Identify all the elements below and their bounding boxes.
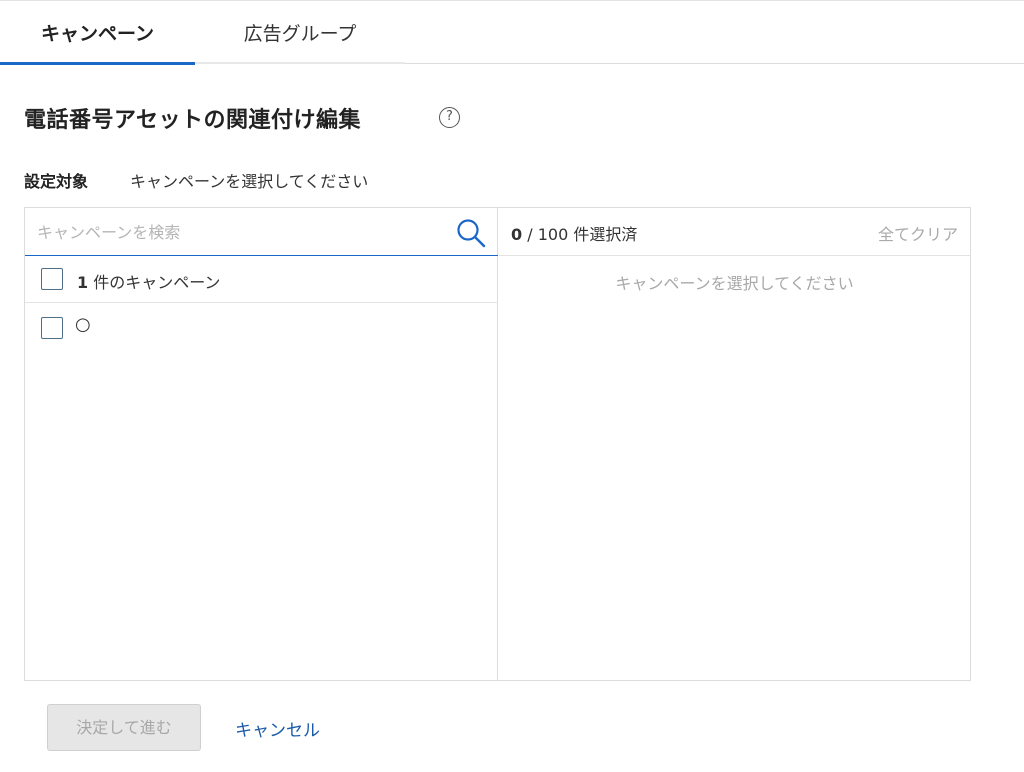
clear-all-link[interactable]: 全てクリア <box>878 221 958 245</box>
target-label: 設定対象 <box>24 172 89 191</box>
selected-count: 0 <box>511 225 523 244</box>
empty-message: キャンペーンを選択してください <box>615 274 854 293</box>
search-icon[interactable] <box>455 217 487 249</box>
tab-bar: キャンペーン 広告グループ <box>0 0 1024 65</box>
campaign-count-text: 1 件のキャンペーン <box>77 269 220 293</box>
campaign-selector-panel: 1 件のキャンペーン ○ 0 / 100 件選択済 全てクリア キャンペーンを選… <box>24 207 971 681</box>
campaign-count-suffix: 件のキャンペーン <box>88 273 221 292</box>
item-label: ○ <box>75 314 91 335</box>
search-box <box>25 208 498 256</box>
tab-ad-group-label: 広告グループ <box>243 23 357 45</box>
tab-divider <box>195 62 405 64</box>
search-input[interactable] <box>37 216 447 248</box>
list-item[interactable]: ○ <box>25 304 498 350</box>
tab-campaign[interactable]: キャンペーン <box>0 1 195 65</box>
selected-header: 0 / 100 件選択済 全てクリア <box>499 208 970 256</box>
list-header: 1 件のキャンペーン <box>25 256 498 303</box>
selected-count-suffix: / 100 件選択済 <box>522 225 638 244</box>
page-title: 電話番号アセットの関連付け編集 <box>24 108 362 133</box>
item-checkbox[interactable] <box>41 317 63 339</box>
target-text: キャンペーンを選択してください <box>130 172 369 191</box>
selected-pane: 0 / 100 件選択済 全てクリア キャンペーンを選択してください <box>499 208 970 680</box>
select-all-checkbox[interactable] <box>41 268 63 290</box>
campaign-list-pane: 1 件のキャンペーン ○ <box>25 208 498 680</box>
cancel-link[interactable]: キャンセル <box>235 716 320 741</box>
tab-ad-group[interactable]: 広告グループ <box>195 1 405 64</box>
tab-campaign-label: キャンペーン <box>40 23 155 45</box>
help-icon[interactable]: ? <box>439 107 460 128</box>
selected-count-text: 0 / 100 件選択済 <box>511 221 637 245</box>
campaign-count: 1 <box>77 273 89 292</box>
submit-button[interactable]: 決定して進む <box>47 704 201 751</box>
